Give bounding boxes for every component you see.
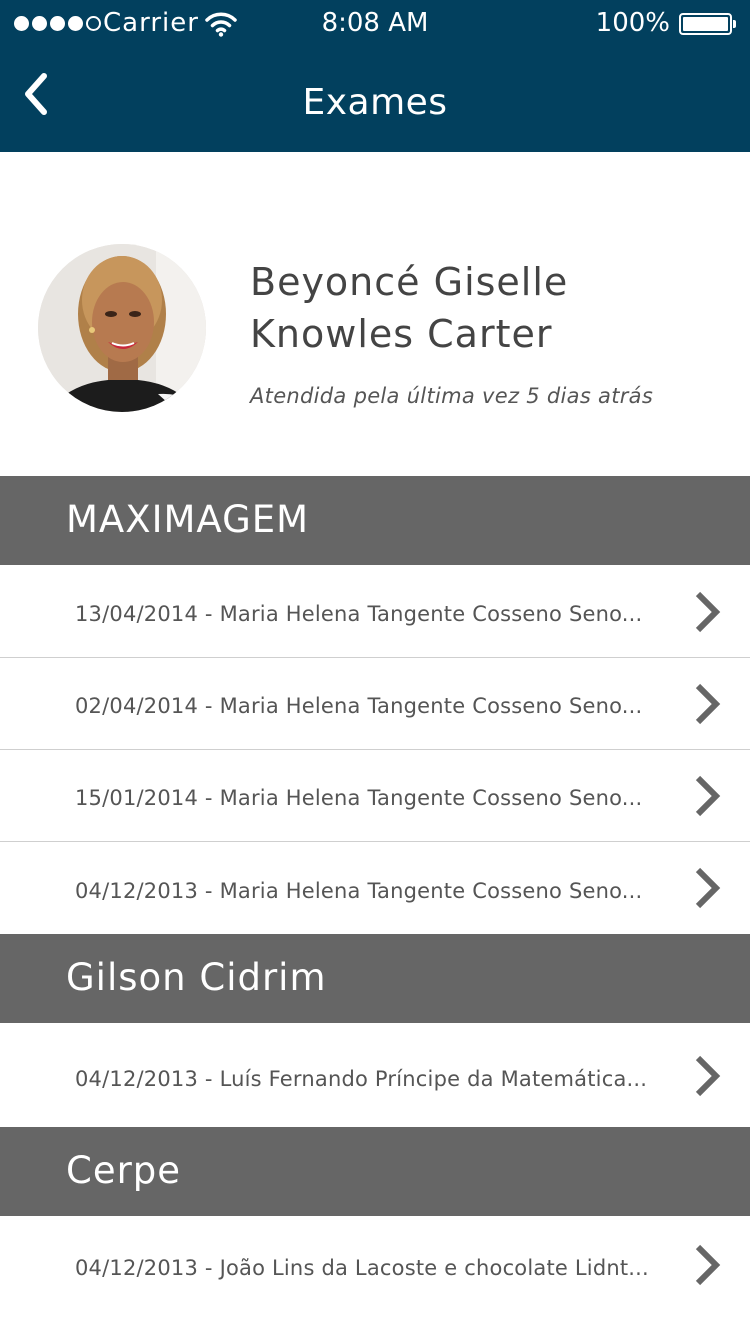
exam-row[interactable]: 02/04/2014 - Maria Helena Tangente Cosse… xyxy=(0,658,750,750)
exam-row[interactable]: 04/12/2013 - Maria Helena Tangente Cosse… xyxy=(0,842,750,934)
exam-row[interactable]: 13/04/2014 - Maria Helena Tangente Cosse… xyxy=(0,565,750,658)
patient-name: Beyoncé Giselle Knowles Carter xyxy=(250,256,720,360)
section-header-maximagem: MAXIMAGEM xyxy=(0,476,750,565)
status-bar: Carrier 8:08 AM 100% xyxy=(0,0,750,48)
exam-row-label: 13/04/2014 - Maria Helena Tangente Cosse… xyxy=(75,602,643,626)
exam-row-label: 02/04/2014 - Maria Helena Tangente Cosse… xyxy=(75,694,643,718)
page-title: Exames xyxy=(302,82,448,123)
section-title: Cerpe xyxy=(66,1149,182,1192)
exam-row[interactable]: 15/01/2014 - Maria Helena Tangente Cosse… xyxy=(0,750,750,842)
section-header-cerpe: Cerpe xyxy=(0,1127,750,1216)
exam-row[interactable]: 04/12/2013 - Luís Fernando Príncipe da M… xyxy=(0,1023,750,1127)
exam-row-label: 04/12/2013 - João Lins da Lacoste e choc… xyxy=(75,1256,649,1280)
exam-row-label: 04/12/2013 - Luís Fernando Príncipe da M… xyxy=(75,1067,648,1091)
section-title: MAXIMAGEM xyxy=(66,498,310,541)
patient-profile: Beyoncé Giselle Knowles Carter Atendida … xyxy=(0,152,750,476)
chevron-right-icon xyxy=(695,1055,721,1097)
patient-name-line1: Beyoncé Giselle xyxy=(250,260,569,304)
chevron-right-icon xyxy=(695,591,721,633)
last-visit-label: Atendida pela última vez 5 dias atrás xyxy=(250,384,654,408)
navigation-bar: Carrier 8:08 AM 100% Exames xyxy=(0,0,750,152)
section-title: Gilson Cidrim xyxy=(66,956,327,999)
battery-icon xyxy=(679,13,736,35)
chevron-right-icon xyxy=(695,867,721,909)
exam-row-label: 04/12/2013 - Maria Helena Tangente Cosse… xyxy=(75,879,643,903)
chevron-right-icon xyxy=(695,775,721,817)
patient-name-line2: Knowles Carter xyxy=(250,312,553,356)
chevron-right-icon xyxy=(695,683,721,725)
exam-row-label: 15/01/2014 - Maria Helena Tangente Cosse… xyxy=(75,786,643,810)
avatar-photo xyxy=(38,244,206,412)
chevron-right-icon xyxy=(695,1244,721,1286)
battery-percentage: 100% xyxy=(595,8,670,38)
exam-row[interactable]: 04/12/2013 - João Lins da Lacoste e choc… xyxy=(0,1216,750,1334)
avatar xyxy=(38,244,206,412)
section-header-gilson-cidrim: Gilson Cidrim xyxy=(0,934,750,1023)
